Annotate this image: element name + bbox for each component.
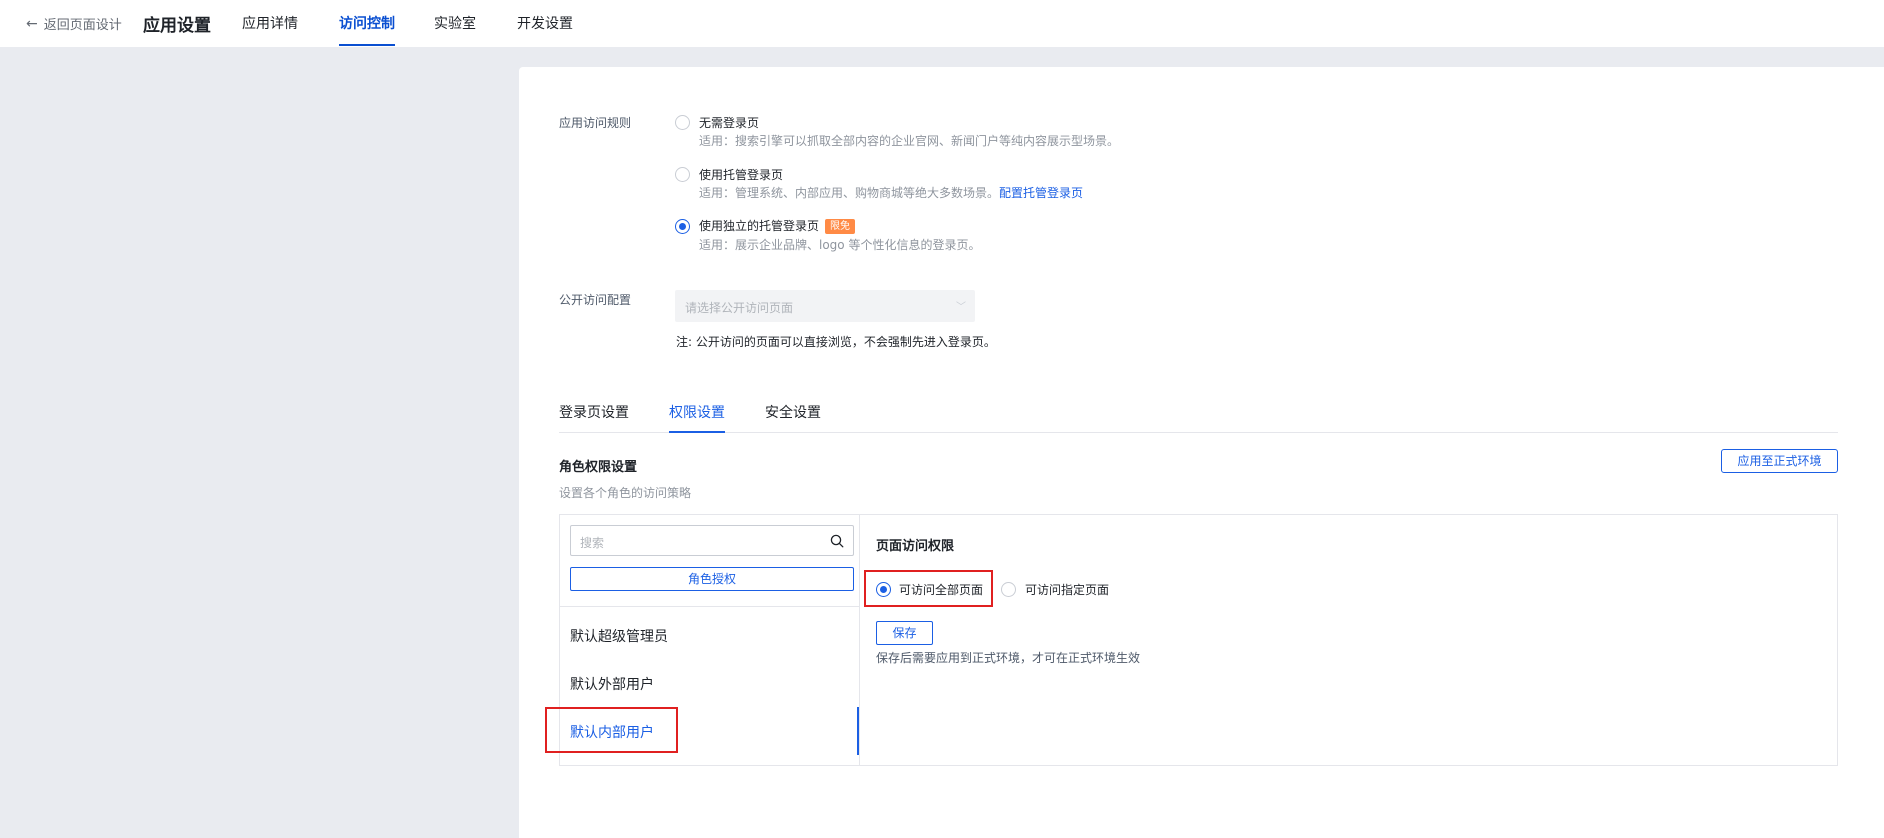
tab-app-details[interactable]: 应用详情 [242,13,298,33]
public-page-select[interactable]: 请选择公开访问页面 ﹀ [675,290,975,322]
option-independent-hosted-login-title: 使用独立的托管登录页 限免 [699,217,856,234]
radio-specific-pages[interactable] [1001,582,1016,597]
save-button[interactable]: 保存 [876,621,933,645]
specific-pages-label: 可访问指定页面 [1025,583,1110,597]
option-hosted-login-desc-text: 适用：管理系统、内部应用、购物商城等绝大多数场景。 [699,186,1000,200]
subtab-login-settings[interactable]: 登录页设置 [559,402,629,422]
option-no-login-title: 无需登录页 [699,116,760,130]
panel-divider [859,515,860,765]
top-header: ← 返回页面设计 应用设置 应用详情 访问控制 实验室 开发设置 [0,0,1884,47]
role-item-external-user[interactable]: 默认外部用户 [570,674,654,694]
role-search-input[interactable]: 搜索 [570,525,854,556]
save-note: 保存后需要应用到正式环境，才可在正式环境生效 [876,651,1141,665]
option-independent-hosted-login-desc: 适用：展示企业品牌、logo 等个性化信息的登录页。 [699,238,981,252]
role-settings-title: 角色权限设置 [559,460,638,475]
active-tab-underline [339,44,395,46]
radio-independent-hosted-login[interactable] [675,219,690,234]
page-title: 应用设置 [143,16,211,36]
access-rule-label: 应用访问规则 [559,116,632,130]
configure-hosted-login-link[interactable]: 配置托管登录页 [999,186,1083,200]
tab-access-control[interactable]: 访问控制 [339,13,395,33]
tab-dev-settings[interactable]: 开发设置 [517,13,573,33]
search-icon [830,534,844,548]
radio-all-pages[interactable] [876,582,891,597]
role-item-super-admin[interactable]: 默认超级管理员 [570,626,668,646]
subtab-divider [559,432,1838,433]
role-settings-subtitle: 设置各个角色的访问策略 [559,486,692,500]
role-item-internal-user[interactable]: 默认内部用户 [570,722,654,742]
public-page-select-placeholder: 请选择公开访问页面 [685,301,794,315]
subtab-permission-settings[interactable]: 权限设置 [669,402,725,422]
radio-hosted-login[interactable] [675,167,690,182]
public-access-label: 公开访问配置 [559,293,632,307]
tab-lab[interactable]: 实验室 [434,13,476,33]
all-pages-label: 可访问全部页面 [899,583,984,597]
role-list-divider [560,606,859,607]
arrow-left-icon: ← [26,15,38,32]
option-hosted-login-title: 使用托管登录页 [699,168,784,182]
free-badge: 限免 [825,219,856,234]
back-to-page-design-link[interactable]: ← 返回页面设计 [26,14,122,34]
role-authorization-button[interactable]: 角色授权 [570,567,854,591]
apply-to-production-button[interactable]: 应用至正式环境 [1721,449,1838,473]
option-hosted-login-desc: 适用：管理系统、内部应用、购物商城等绝大多数场景。配置托管登录页 [699,184,1083,201]
chevron-down-icon: ﹀ [956,302,966,313]
public-access-note: 注: 公开访问的页面可以直接浏览，不会强制先进入登录页。 [676,335,996,349]
back-label: 返回页面设计 [43,18,122,33]
search-placeholder: 搜索 [580,536,605,550]
option-no-login-desc: 适用：搜索引擎可以抓取全部内容的企业官网、新闻门户等纯内容展示型场景。 [699,134,1120,148]
active-subtab-underline [669,431,725,433]
option-independent-title-text: 使用独立的托管登录页 [699,219,820,233]
subtab-security-settings[interactable]: 安全设置 [765,402,821,422]
selected-role-indicator [857,707,859,755]
radio-no-login[interactable] [675,115,690,130]
page-permission-title: 页面访问权限 [876,539,955,554]
